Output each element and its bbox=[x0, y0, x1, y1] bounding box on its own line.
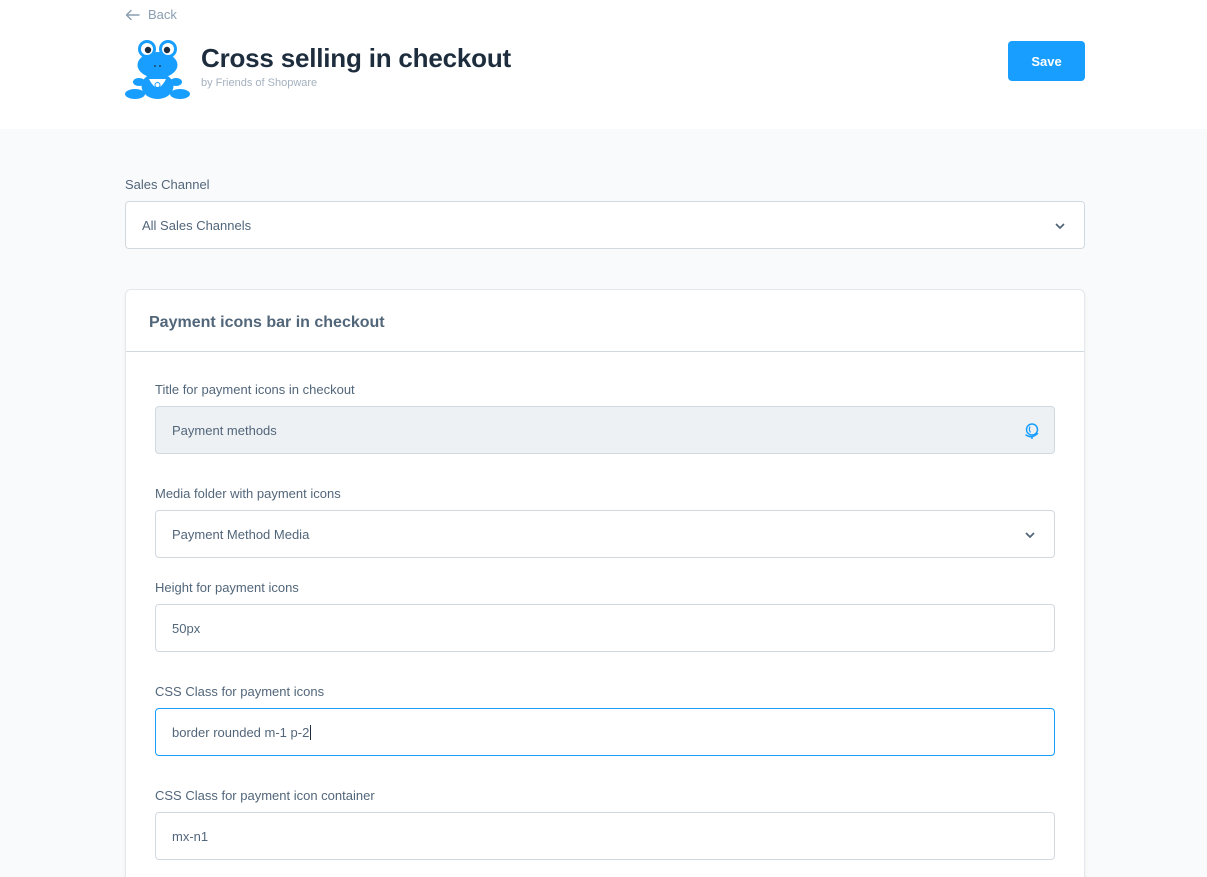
sales-channel-label: Sales Channel bbox=[125, 177, 210, 192]
frog-logo-icon bbox=[125, 40, 190, 99]
arrow-left-icon bbox=[125, 9, 140, 20]
chevron-down-icon bbox=[1055, 223, 1065, 229]
payment-title-input[interactable]: Payment methods bbox=[155, 406, 1055, 454]
media-folder-select[interactable]: Payment Method Media bbox=[155, 510, 1055, 558]
media-folder-value: Payment Method Media bbox=[172, 526, 310, 542]
payment-title-value: Payment methods bbox=[172, 422, 277, 438]
text-caret bbox=[310, 724, 312, 740]
icon-height-value: 50px bbox=[172, 620, 201, 636]
payment-title-label: Title for payment icons in checkout bbox=[155, 382, 355, 397]
card-header: Payment icons bar in checkout bbox=[126, 290, 1084, 352]
page-title: Cross selling in checkout bbox=[201, 43, 511, 73]
icon-height-input[interactable]: 50px bbox=[155, 604, 1055, 652]
page-header: Back Cross selling in checkout by Friend… bbox=[0, 0, 1207, 129]
back-link[interactable]: Back bbox=[125, 7, 177, 22]
icon-height-label: Height for payment icons bbox=[155, 580, 299, 595]
save-button[interactable]: Save bbox=[1008, 41, 1085, 81]
icon-css-class-input[interactable]: border rounded m-1 p-2 bbox=[155, 708, 1055, 756]
globe-icon[interactable] bbox=[1023, 422, 1040, 439]
container-css-class-input[interactable]: mx-n1 bbox=[155, 812, 1055, 860]
media-folder-label: Media folder with payment icons bbox=[155, 486, 341, 501]
app-author: by Friends of Shopware bbox=[201, 77, 318, 89]
chevron-down-icon bbox=[1025, 532, 1035, 538]
sales-channel-value: All Sales Channels bbox=[142, 217, 252, 233]
card-title: Payment icons bar in checkout bbox=[149, 314, 385, 331]
sales-channel-select[interactable]: All Sales Channels bbox=[125, 201, 1085, 249]
back-label: Back bbox=[148, 7, 177, 22]
container-css-class-label: CSS Class for payment icon container bbox=[155, 788, 375, 803]
icon-css-class-label: CSS Class for payment icons bbox=[155, 684, 325, 699]
container-css-class-value: mx-n1 bbox=[172, 828, 209, 844]
icon-css-class-value: border rounded m-1 p-2 bbox=[172, 724, 310, 740]
